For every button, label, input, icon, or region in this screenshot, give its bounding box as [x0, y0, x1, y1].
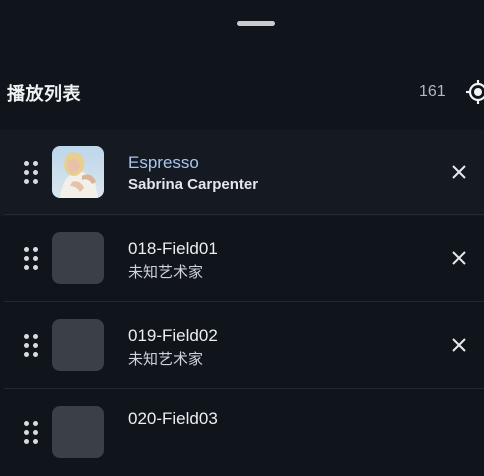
drag-handle-icon[interactable]	[24, 247, 40, 271]
playlist-item-019-field02[interactable]: 019-Field02 未知艺术家	[0, 303, 484, 389]
track-title: 019-Field02	[128, 326, 218, 345]
track-artist: 未知艺术家	[128, 351, 204, 368]
close-icon	[452, 338, 466, 352]
crosshair-locate-icon	[466, 80, 484, 104]
remove-track-button[interactable]	[449, 162, 469, 182]
album-artwork-placeholder	[52, 319, 104, 371]
divider	[4, 388, 484, 389]
sheet-grabber[interactable]	[237, 21, 275, 26]
playlist-title: 播放列表	[7, 84, 81, 104]
close-icon	[452, 251, 466, 265]
remove-track-button[interactable]	[449, 248, 469, 268]
drag-handle-icon[interactable]	[24, 161, 40, 185]
track-title: 018-Field01	[128, 239, 218, 258]
playlist-item-espresso[interactable]: Espresso Sabrina Carpenter	[0, 130, 484, 216]
playlist-item-018-field01[interactable]: 018-Field01 未知艺术家	[0, 216, 484, 302]
track-artist: 未知艺术家	[128, 264, 204, 281]
playlist-item-020-field03[interactable]: 020-Field03	[0, 390, 484, 476]
remove-track-button[interactable]	[449, 335, 469, 355]
divider	[4, 214, 484, 215]
track-title: 020-Field03	[128, 409, 218, 428]
divider	[4, 301, 484, 302]
album-artwork-placeholder	[52, 406, 104, 458]
drag-handle-icon[interactable]	[24, 334, 40, 358]
track-title: Espresso	[128, 153, 199, 172]
album-artwork-placeholder	[52, 232, 104, 284]
track-count: 161	[419, 83, 446, 100]
album-artwork	[52, 146, 104, 198]
close-icon	[452, 165, 466, 179]
drag-handle-icon[interactable]	[24, 421, 40, 445]
track-artist: Sabrina Carpenter	[128, 176, 259, 193]
locate-current-button[interactable]	[465, 79, 484, 105]
